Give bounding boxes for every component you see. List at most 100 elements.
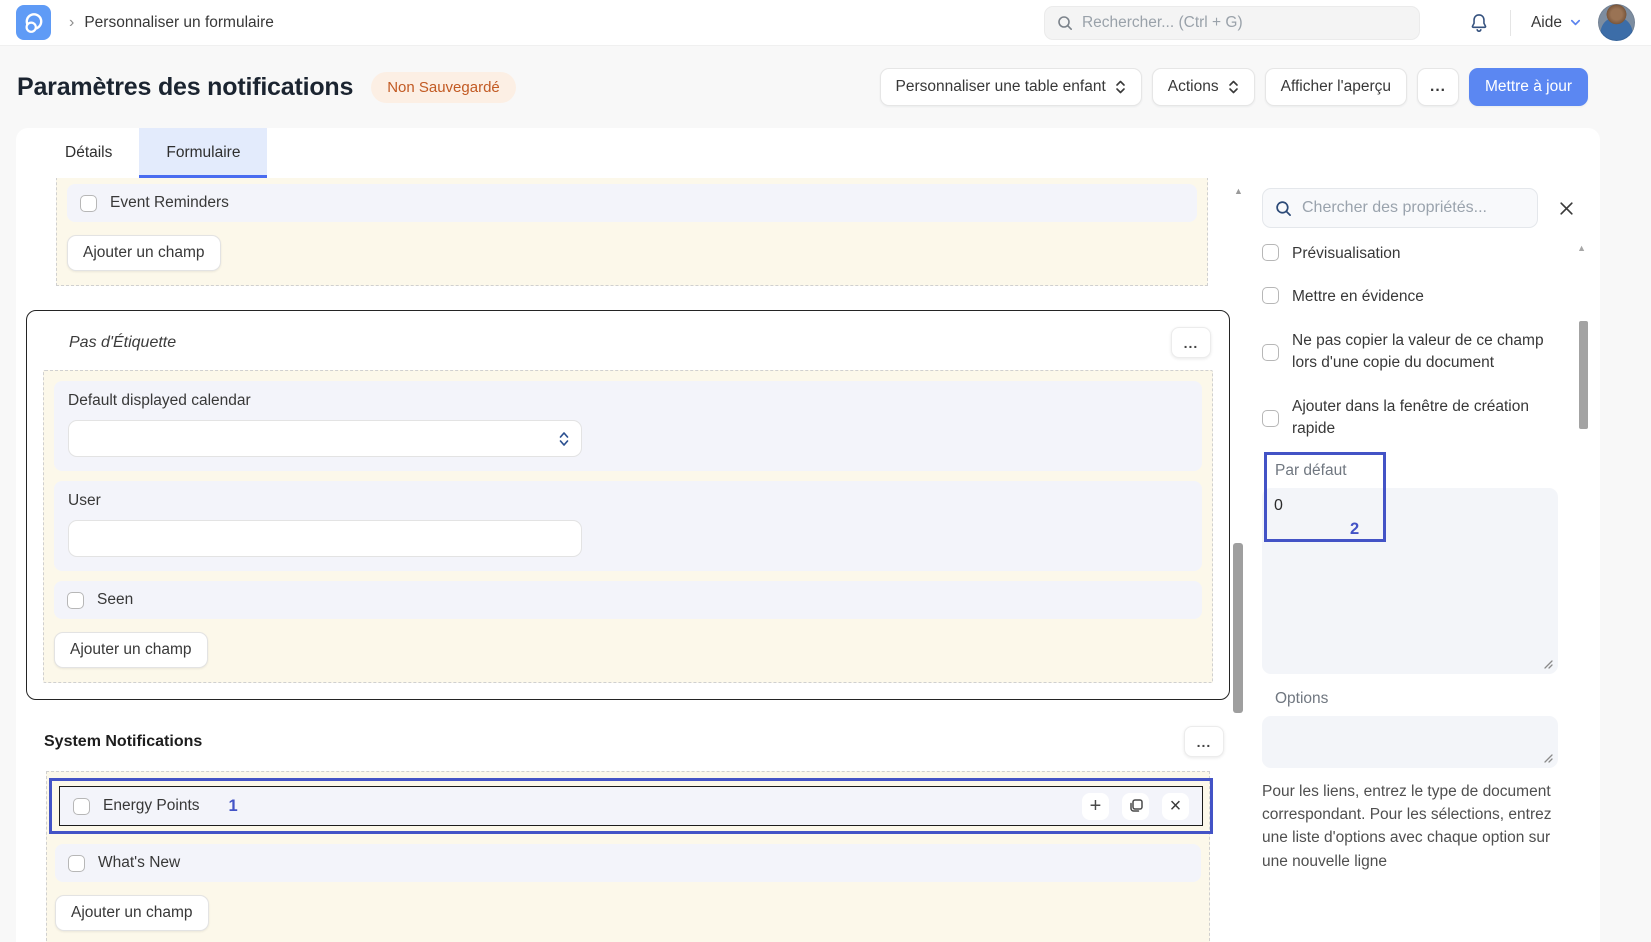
unsaved-status-badge: Non Sauvegardé bbox=[371, 72, 516, 103]
page-header: Paramètres des notifications Non Sauvega… bbox=[0, 46, 1651, 128]
annotation-marker-1: 1 bbox=[229, 797, 238, 816]
app-logo-icon bbox=[22, 11, 46, 35]
section-title-system-notifications: System Notifications bbox=[44, 733, 202, 751]
resize-handle-icon[interactable] bbox=[1542, 658, 1553, 669]
close-icon bbox=[1558, 200, 1575, 217]
customize-child-table-select[interactable]: Personnaliser une table enfant bbox=[880, 68, 1142, 106]
seen-label: Seen bbox=[97, 591, 133, 609]
property-quick-entry[interactable]: Ajouter dans la fenêtre de création rapi… bbox=[1262, 396, 1558, 441]
user-input[interactable] bbox=[68, 520, 582, 557]
select-updown-icon bbox=[1228, 79, 1239, 95]
field-row-event-reminders[interactable]: Event Reminders bbox=[67, 184, 1197, 222]
calendar-select[interactable] bbox=[68, 420, 582, 457]
notifications-bell-button[interactable] bbox=[1468, 12, 1490, 34]
section-field-area: Default displayed calendar User bbox=[43, 370, 1213, 683]
customize-form-card: Détails Formulaire Event Reminders Ajout… bbox=[16, 128, 1600, 942]
close-icon: × bbox=[1170, 796, 1182, 816]
duplicate-field-button[interactable] bbox=[1122, 793, 1149, 820]
bell-icon bbox=[1468, 12, 1490, 34]
search-icon bbox=[1057, 15, 1073, 31]
breadcrumb-label[interactable]: Personnaliser un formulaire bbox=[84, 14, 274, 32]
add-field-inline-button[interactable]: + bbox=[1082, 793, 1109, 820]
more-menu-button[interactable]: ... bbox=[1417, 68, 1459, 106]
whats-new-label: What's New bbox=[98, 854, 180, 872]
update-button[interactable]: Mettre à jour bbox=[1469, 68, 1588, 106]
tab-details[interactable]: Détails bbox=[38, 128, 139, 178]
close-sidebar-button[interactable] bbox=[1546, 188, 1586, 228]
options-label: Options bbox=[1275, 690, 1558, 708]
resize-handle-icon[interactable] bbox=[1542, 752, 1553, 763]
form-section-no-label: Pas d'Étiquette ... Default displayed ca… bbox=[26, 310, 1230, 700]
property-preview[interactable]: Prévisualisation bbox=[1262, 243, 1558, 265]
help-menu-button[interactable]: Aide bbox=[1531, 14, 1582, 32]
section-more-button[interactable]: ... bbox=[1171, 327, 1211, 358]
properties-list: ▲ Prévisualisation Mettre en évidence Ne… bbox=[1262, 243, 1586, 873]
properties-sidebar: ▲ Prévisualisation Mettre en évidence Ne… bbox=[1248, 178, 1600, 942]
add-field-button[interactable]: Ajouter un champ bbox=[54, 632, 208, 668]
property-label: Mettre en évidence bbox=[1292, 286, 1424, 308]
field-row-whats-new[interactable]: What's New bbox=[55, 844, 1201, 882]
add-field-button[interactable]: Ajouter un champ bbox=[55, 895, 209, 931]
field-row-energy-points[interactable]: Energy Points 1 + bbox=[59, 786, 1203, 826]
tab-form[interactable]: Formulaire bbox=[139, 128, 267, 178]
default-value-textarea[interactable]: 0 bbox=[1262, 488, 1558, 674]
scroll-up-arrow-icon[interactable]: ▲ bbox=[1234, 186, 1243, 196]
user-avatar[interactable] bbox=[1598, 4, 1635, 41]
form-scrollbar[interactable]: ▲ bbox=[1230, 178, 1248, 942]
field-block-calendar[interactable]: Default displayed calendar bbox=[54, 381, 1202, 471]
seen-checkbox[interactable] bbox=[67, 592, 84, 609]
whats-new-checkbox[interactable] bbox=[68, 855, 85, 872]
actions-select[interactable]: Actions bbox=[1152, 68, 1255, 106]
customize-child-table-label: Personnaliser une table enfant bbox=[896, 78, 1106, 96]
no-copy-checkbox[interactable] bbox=[1262, 344, 1279, 361]
add-field-button[interactable]: Ajouter un champ bbox=[67, 235, 221, 271]
property-label: Ne pas copier la valeur de ce champ lors… bbox=[1292, 330, 1558, 375]
preview-checkbox[interactable] bbox=[1262, 244, 1279, 261]
form-section-top: Event Reminders Ajouter un champ bbox=[56, 178, 1208, 286]
event-reminders-label: Event Reminders bbox=[110, 194, 229, 212]
event-reminders-checkbox[interactable] bbox=[80, 195, 97, 212]
global-search-input[interactable] bbox=[1082, 14, 1407, 32]
default-value-group: Par défaut 0 2 bbox=[1262, 462, 1558, 674]
page-title: Paramètres des notifications bbox=[17, 73, 353, 102]
options-textarea[interactable] bbox=[1262, 716, 1558, 768]
navbar-divider bbox=[1510, 10, 1511, 36]
section-more-button[interactable]: ... bbox=[1184, 726, 1224, 757]
annotation-marker-2: 2 bbox=[1350, 520, 1359, 539]
property-label: Prévisualisation bbox=[1292, 243, 1401, 265]
breadcrumb-chevron-icon: › bbox=[69, 14, 74, 32]
global-search[interactable] bbox=[1044, 6, 1420, 40]
energy-points-label: Energy Points bbox=[103, 797, 200, 815]
show-preview-button[interactable]: Afficher l'aperçu bbox=[1265, 68, 1407, 106]
energy-points-checkbox[interactable] bbox=[73, 798, 90, 815]
property-label: Ajouter dans la fenêtre de création rapi… bbox=[1292, 396, 1558, 441]
options-group: Options bbox=[1262, 690, 1558, 768]
field-row-seen[interactable]: Seen bbox=[54, 581, 1202, 619]
scroll-up-arrow-icon[interactable]: ▲ bbox=[1577, 243, 1586, 253]
tab-bar: Détails Formulaire bbox=[16, 128, 1600, 178]
update-label: Mettre à jour bbox=[1485, 78, 1572, 96]
property-no-copy[interactable]: Ne pas copier la valeur de ce champ lors… bbox=[1262, 330, 1558, 375]
field-block-user[interactable]: User bbox=[54, 481, 1202, 571]
ellipsis-icon: ... bbox=[1184, 335, 1199, 351]
quick-entry-checkbox[interactable] bbox=[1262, 410, 1279, 427]
tab-form-label: Formulaire bbox=[166, 144, 240, 162]
select-updown-icon bbox=[558, 429, 570, 454]
sidebar-scrollbar-thumb[interactable] bbox=[1579, 321, 1588, 429]
form-scrollbar-thumb[interactable] bbox=[1233, 543, 1243, 713]
breadcrumb[interactable]: › Personnaliser un formulaire bbox=[69, 14, 274, 32]
properties-search-input[interactable] bbox=[1302, 199, 1525, 217]
remove-field-button[interactable]: × bbox=[1162, 793, 1189, 820]
calendar-field-label: Default displayed calendar bbox=[68, 392, 1188, 410]
app-logo[interactable] bbox=[16, 5, 51, 40]
property-bold[interactable]: Mettre en évidence bbox=[1262, 286, 1558, 308]
search-icon bbox=[1275, 200, 1292, 217]
ellipsis-icon: ... bbox=[1430, 78, 1446, 96]
top-navbar: › Personnaliser un formulaire Aide bbox=[0, 0, 1651, 46]
actions-label: Actions bbox=[1168, 78, 1219, 96]
bold-checkbox[interactable] bbox=[1262, 287, 1279, 304]
default-value-label: Par défaut bbox=[1275, 462, 1558, 480]
properties-search[interactable] bbox=[1262, 188, 1538, 228]
ellipsis-icon: ... bbox=[1197, 734, 1212, 750]
form-section-system: Energy Points 1 + bbox=[46, 771, 1210, 942]
